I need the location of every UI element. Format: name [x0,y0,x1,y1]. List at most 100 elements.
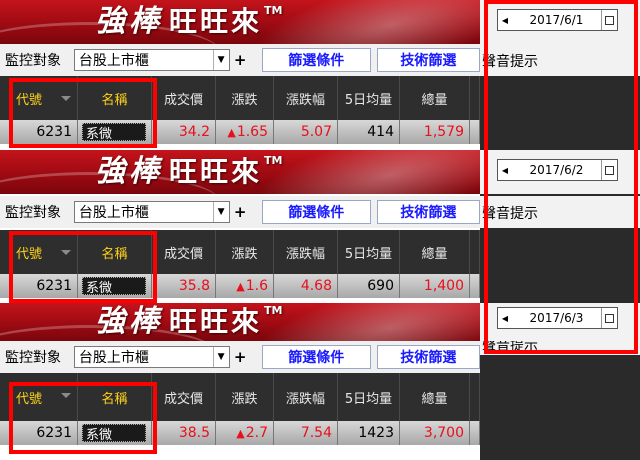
column-header-volume[interactable]: 總量 [400,373,470,421]
date-prev-icon[interactable]: ◀ [498,160,512,180]
sort-arrow-icon[interactable] [61,96,71,101]
sound-alert-label: 聲音提示 [482,341,538,354]
column-header-price[interactable]: 成交價 [152,373,216,421]
column-header-volume[interactable]: 總量 [400,76,470,120]
market-select-value: 台股上市櫃 [78,53,149,69]
cell-price: 34.2 [152,120,216,144]
column-header-change[interactable]: 漲跌 [216,76,274,120]
add-button[interactable]: + [232,49,249,71]
table-header: 代號 名稱 成交價 漲跌 漲跌幅 5日均量 總量 [0,76,480,120]
date-picker[interactable]: ◀ 2017/6/3 [497,307,618,329]
dropdown-arrow-icon[interactable]: ▼ [212,50,229,70]
sound-alert-label: 聲音提示 [482,54,538,70]
sound-alert-label: 聲音提示 [482,206,538,222]
column-header-price[interactable]: 成交價 [152,230,216,274]
column-header-code[interactable]: 代號 [0,373,78,421]
cell-volume: 1,400 [400,274,470,298]
column-header-change-pct[interactable]: 漲跌幅 [274,373,338,421]
cell-code: 6231 [0,120,78,144]
date-value: 2017/6/3 [529,311,584,325]
column-header-avg5[interactable]: 5日均量 [338,373,400,421]
market-select[interactable]: 台股上市櫃 ▼ [73,346,230,368]
filter-toolbar: 監控對象 台股上市櫃 ▼ + 篩選條件 技術篩選 [0,44,481,76]
monitor-target-label: 監控對象 [5,53,61,69]
table-header: 代號 名稱 成交價 漲跌 漲跌幅 5日均量 總量 [0,373,480,421]
column-header-name[interactable]: 名稱 [78,76,152,120]
cell-avg5: 690 [338,274,400,298]
column-header-change[interactable]: 漲跌 [216,373,274,421]
market-select-value: 台股上市櫃 [78,205,149,221]
column-header-change-pct[interactable]: 漲跌幅 [274,230,338,274]
cell-change: ▲ 1.6 [216,274,274,298]
cell-avg5: 1423 [338,421,400,445]
table-row[interactable]: 6231 系微 34.2 ▲ 1.65 5.07 414 1,579 [0,120,480,144]
date-value: 2017/6/1 [529,13,584,27]
calendar-icon[interactable] [601,160,617,180]
cell-volume: 1,579 [400,120,470,144]
table-header: 代號 名稱 成交價 漲跌 漲跌幅 5日均量 總量 [0,230,480,274]
brand-banner: 強棒 旺旺來 TM [0,150,480,194]
table-row[interactable]: 6231 系微 38.5 ▲ 2.7 7.54 1423 3,700 [0,421,480,445]
cell-change-pct: 7.54 [274,421,338,445]
table-row[interactable]: 6231 系微 35.8 ▲ 1.6 4.68 690 1,400 [0,274,480,298]
cell-name: 系微 [78,274,152,298]
technical-filter-button[interactable]: 技術篩選 [376,345,481,369]
add-button[interactable]: + [232,201,249,223]
date-section-3: 聲音提示 ◀ 2017/6/3 [480,303,640,355]
date-picker[interactable]: ◀ 2017/6/2 [497,159,618,181]
cell-volume: 3,700 [400,421,470,445]
monitor-target-label: 監控對象 [5,205,61,221]
technical-filter-button[interactable]: 技術篩選 [376,200,481,224]
column-header-code[interactable]: 代號 [0,230,78,274]
calendar-icon[interactable] [601,308,617,328]
filter-conditions-button[interactable]: 篩選條件 [261,200,371,224]
market-select-value: 台股上市櫃 [78,350,149,366]
dropdown-arrow-icon[interactable]: ▼ [212,202,229,222]
brand-banner: 強棒 旺旺來 TM [0,0,480,44]
cell-change-pct: 4.68 [274,274,338,298]
column-header-volume[interactable]: 總量 [400,230,470,274]
date-prev-icon[interactable]: ◀ [498,308,512,328]
column-header-avg5[interactable]: 5日均量 [338,230,400,274]
add-button[interactable]: + [232,346,249,368]
cell-code: 6231 [0,421,78,445]
date-picker[interactable]: ◀ 2017/6/1 [497,9,618,31]
cell-price: 35.8 [152,274,216,298]
column-header-change[interactable]: 漲跌 [216,230,274,274]
filter-toolbar: 監控對象 台股上市櫃 ▼ + 篩選條件 技術篩選 [0,341,481,373]
cell-change: ▲ 1.65 [216,120,274,144]
calendar-icon[interactable] [601,10,617,30]
sort-arrow-icon[interactable] [61,250,71,255]
cell-price: 38.5 [152,421,216,445]
brand-logo: 強棒 旺旺來 TM [95,304,283,339]
snapshot-panel-3: 強棒 旺旺來 TM 監控對象 台股上市櫃 ▼ + 篩選條件 技術篩選 代號 名稱… [0,303,481,460]
cell-code: 6231 [0,274,78,298]
date-section-1: 聲音提示 ◀ 2017/6/1 [480,0,640,148]
date-prev-icon[interactable]: ◀ [498,10,512,30]
column-header-change-pct[interactable]: 漲跌幅 [274,76,338,120]
dropdown-arrow-icon[interactable]: ▼ [212,347,229,367]
filter-conditions-button[interactable]: 篩選條件 [261,345,371,369]
snapshot-panel-2: 強棒 旺旺來 TM 監控對象 台股上市櫃 ▼ + 篩選條件 技術篩選 代號 名稱… [0,150,481,302]
monitor-target-label: 監控對象 [5,350,61,366]
technical-filter-button[interactable]: 技術篩選 [376,48,481,72]
filter-conditions-button[interactable]: 篩選條件 [261,48,371,72]
brand-logo: 強棒 旺旺來 TM [95,4,283,39]
snapshot-panel-1: 強棒 旺旺來 TM 監控對象 台股上市櫃 ▼ + 篩選條件 技術篩選 代號 名稱… [0,0,481,148]
column-header-price[interactable]: 成交價 [152,76,216,120]
sort-arrow-icon[interactable] [61,393,71,398]
brand-logo: 強棒 旺旺來 TM [95,154,283,189]
column-header-name[interactable]: 名稱 [78,230,152,274]
cell-avg5: 414 [338,120,400,144]
market-select[interactable]: 台股上市櫃 ▼ [73,201,230,223]
filter-toolbar: 監控對象 台股上市櫃 ▼ + 篩選條件 技術篩選 [0,196,481,228]
date-section-2: 聲音提示 ◀ 2017/6/2 [480,150,640,302]
date-value: 2017/6/2 [529,163,584,177]
column-header-avg5[interactable]: 5日均量 [338,76,400,120]
market-select[interactable]: 台股上市櫃 ▼ [73,49,230,71]
cell-change: ▲ 2.7 [216,421,274,445]
column-header-code[interactable]: 代號 [0,76,78,120]
brand-banner: 強棒 旺旺來 TM [0,303,480,341]
cell-change-pct: 5.07 [274,120,338,144]
column-header-name[interactable]: 名稱 [78,373,152,421]
